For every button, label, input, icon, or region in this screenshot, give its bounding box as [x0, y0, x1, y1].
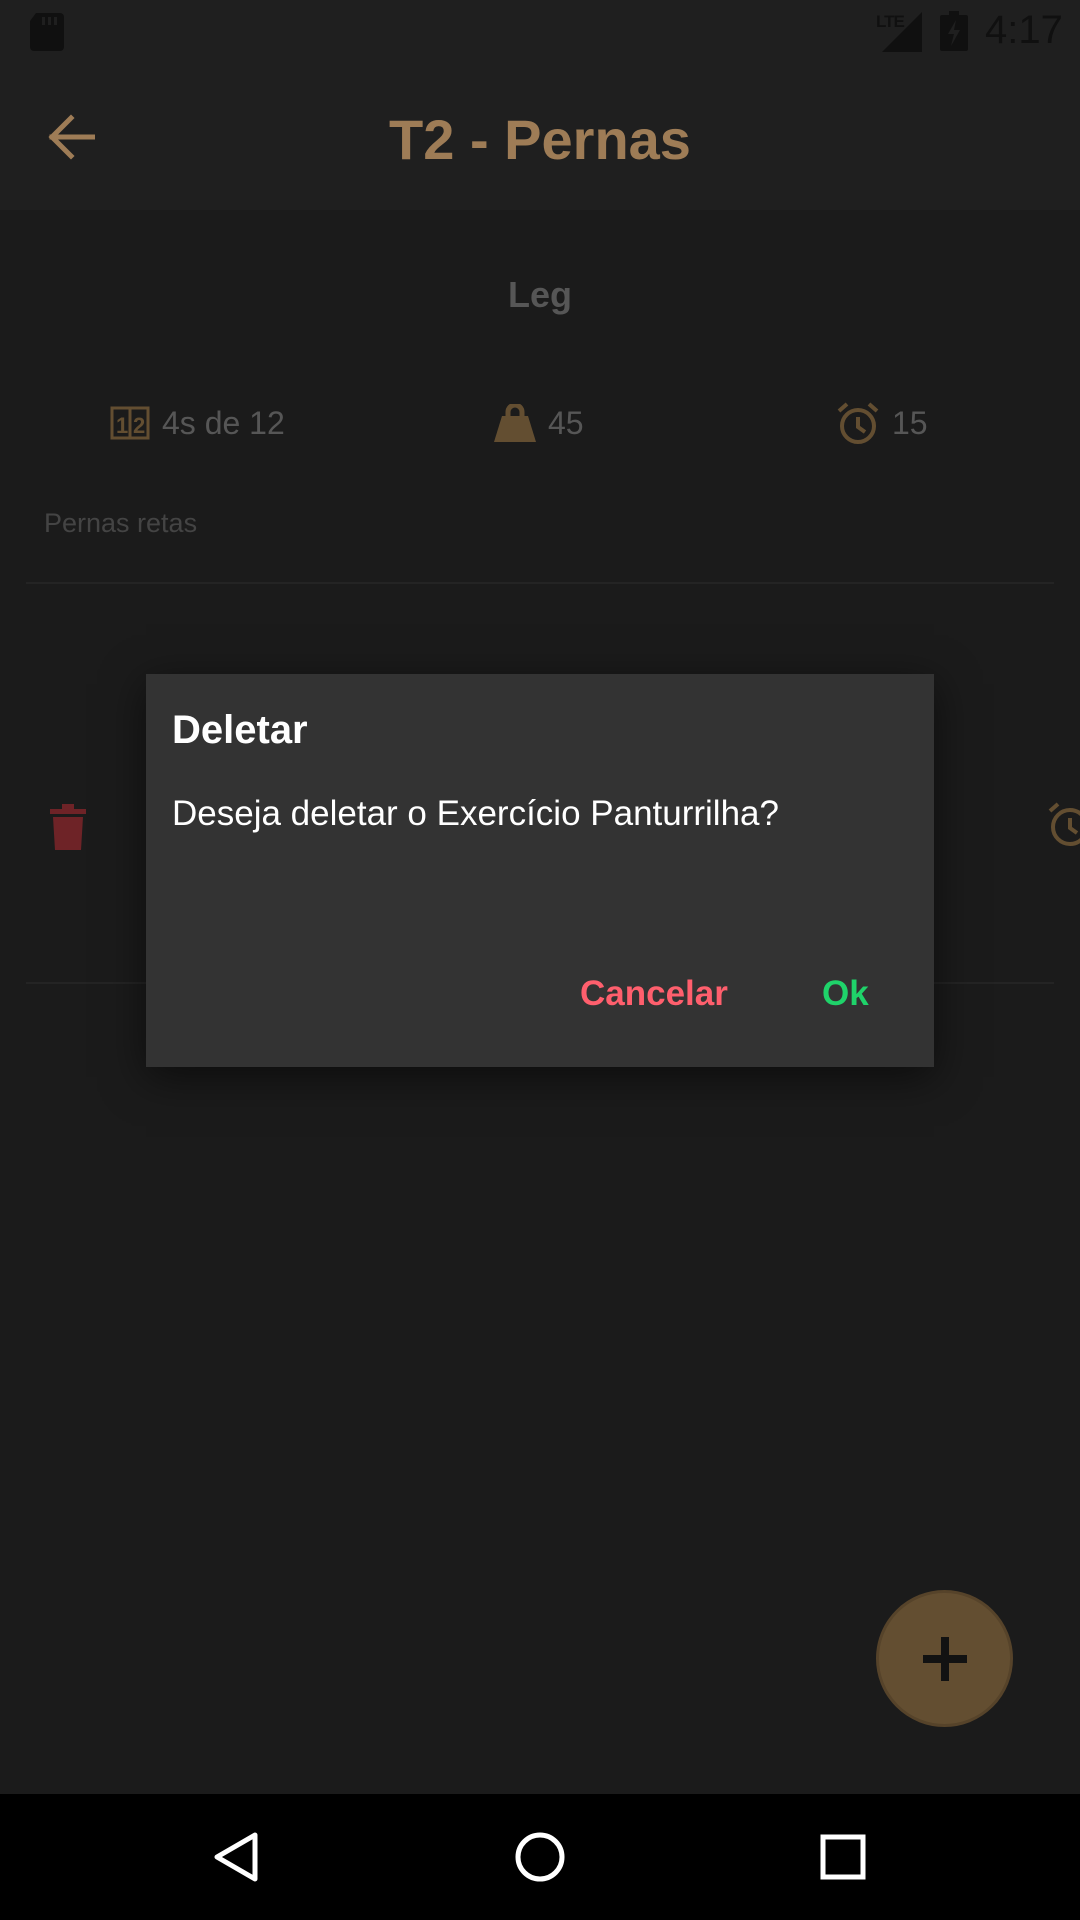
- ok-button[interactable]: Ok: [822, 974, 869, 1014]
- recents-square-icon: [820, 1834, 866, 1880]
- nav-bar: [0, 1794, 1080, 1920]
- home-circle-icon: [515, 1832, 565, 1882]
- cancel-button[interactable]: Cancelar: [580, 974, 728, 1014]
- back-triangle-icon: [214, 1832, 258, 1882]
- dialog-message: Deseja deletar o Exercício Panturrilha?: [172, 794, 779, 833]
- nav-recents-button[interactable]: [808, 1822, 878, 1892]
- nav-home-button[interactable]: [505, 1822, 575, 1892]
- dialog-title: Deletar: [172, 708, 308, 752]
- screen: LTE 4:17 T2 - Pernas Leg 1 2 4s de 12 45…: [0, 0, 1080, 1920]
- delete-dialog: Deletar Deseja deletar o Exercício Pantu…: [146, 674, 934, 1067]
- nav-back-button[interactable]: [201, 1822, 271, 1892]
